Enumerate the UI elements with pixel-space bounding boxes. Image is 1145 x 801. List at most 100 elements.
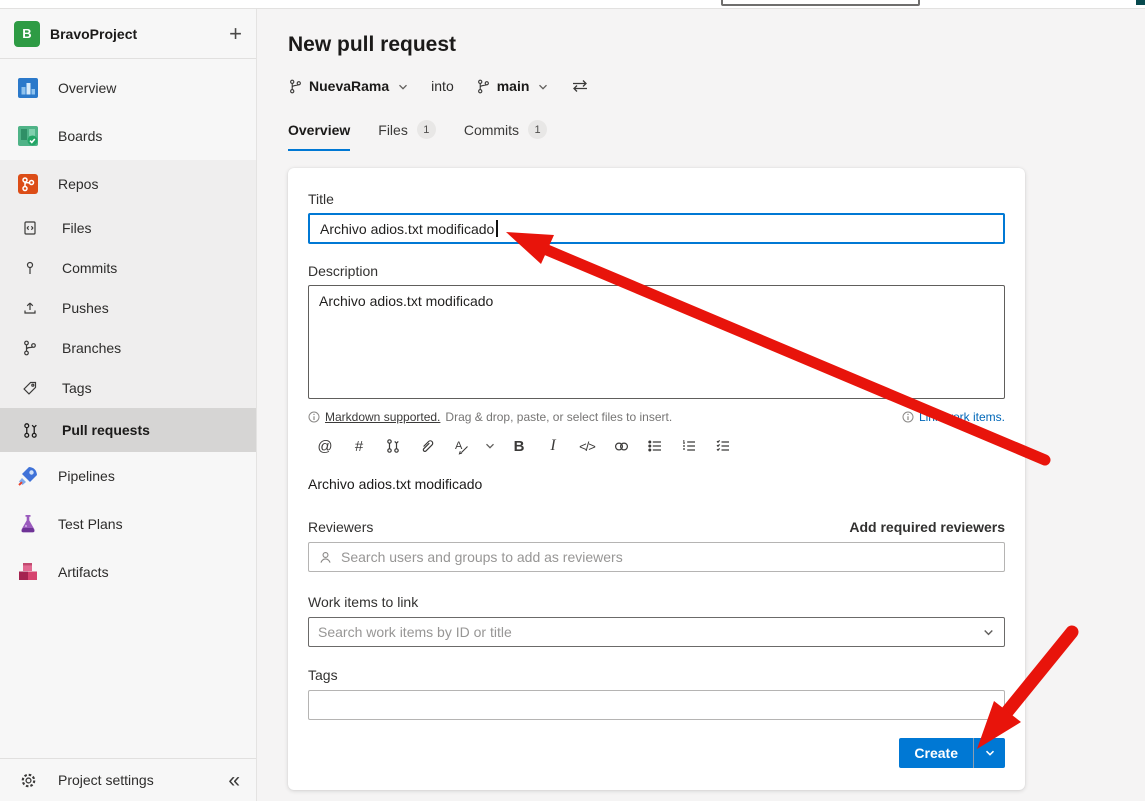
project-avatar: B	[14, 21, 40, 47]
top-bar-partial	[0, 0, 1145, 9]
tags-label: Tags	[308, 667, 1005, 683]
sidebar-item-boards[interactable]: Boards	[0, 112, 256, 160]
task-list-icon[interactable]	[706, 433, 740, 459]
source-branch[interactable]: NuevaRama	[309, 78, 389, 94]
sidebar-item-label: Pushes	[62, 300, 109, 316]
mention-icon[interactable]: @	[308, 433, 342, 459]
info-icon	[902, 411, 914, 423]
tab-label: Files	[378, 122, 408, 138]
branches-icon	[18, 340, 42, 356]
reviewers-search-input[interactable]: Search users and groups to add as review…	[308, 542, 1005, 572]
artifacts-icon	[16, 560, 40, 584]
link-work-items-link[interactable]: Link work items.	[919, 410, 1005, 424]
sidebar: B BravoProject + Overview Boards Repos F…	[0, 9, 257, 801]
avatar-fragment	[1136, 0, 1145, 5]
sidebar-item-label: Commits	[62, 260, 117, 276]
pull-request-link-icon[interactable]	[376, 433, 410, 459]
sidebar-item-label: Overview	[58, 80, 116, 96]
info-icon	[308, 411, 320, 423]
create-dropdown-button[interactable]	[974, 738, 1005, 768]
page-title: New pull request	[288, 33, 456, 57]
tags-icon	[18, 380, 42, 396]
sidebar-item-label: Boards	[58, 128, 102, 144]
italic-icon[interactable]: I	[536, 433, 570, 459]
pull-requests-icon	[18, 422, 42, 439]
project-name[interactable]: BravoProject	[50, 26, 219, 42]
divider	[0, 58, 256, 59]
markdown-toolbar: @ # A B I </>	[308, 433, 1005, 459]
sidebar-item-overview[interactable]: Overview	[0, 64, 256, 112]
description-textarea[interactable]: Archivo adios.txt modificado	[308, 285, 1005, 399]
chevron-down-icon[interactable]	[397, 81, 409, 93]
sidebar-item-pushes[interactable]: Pushes	[0, 288, 256, 328]
code-icon[interactable]: </>	[570, 433, 604, 459]
tab-commits[interactable]: Commits 1	[464, 114, 547, 151]
numbered-list-icon[interactable]	[672, 433, 706, 459]
reviewers-placeholder: Search users and groups to add as review…	[341, 549, 623, 565]
chevron-down-icon[interactable]	[537, 81, 549, 93]
sidebar-item-files[interactable]: Files	[0, 208, 256, 248]
sidebar-item-pull-requests[interactable]: Pull requests	[0, 408, 256, 452]
attachment-icon[interactable]	[410, 433, 444, 459]
drag-drop-hint: Drag & drop, paste, or select files to i…	[445, 410, 672, 424]
sidebar-item-tags[interactable]: Tags	[0, 368, 256, 408]
title-input[interactable]: Archivo adios.txt modificado	[308, 213, 1005, 244]
files-count-badge: 1	[417, 120, 436, 139]
sidebar-item-pipelines[interactable]: Pipelines	[0, 452, 256, 500]
project-header: B BravoProject +	[0, 9, 256, 58]
editor-hint-row: Markdown supported. Drag & drop, paste, …	[308, 410, 1005, 424]
sidebar-item-label: Pipelines	[58, 468, 115, 484]
pipelines-icon	[16, 464, 40, 488]
add-project-icon[interactable]: +	[229, 24, 242, 44]
project-settings-label: Project settings	[58, 772, 154, 788]
target-branch[interactable]: main	[497, 78, 530, 94]
sidebar-item-test-plans[interactable]: Test Plans	[0, 500, 256, 548]
bold-icon[interactable]: B	[502, 433, 536, 459]
tab-label: Commits	[464, 122, 519, 138]
reviewers-label: Reviewers	[308, 519, 373, 535]
form-actions: Create	[308, 738, 1005, 768]
link-icon[interactable]	[604, 433, 638, 459]
format-icon[interactable]: A	[444, 433, 478, 459]
sidebar-item-label: Tags	[62, 380, 92, 396]
sidebar-item-label: Artifacts	[58, 564, 109, 580]
tab-files[interactable]: Files 1	[378, 114, 436, 151]
format-dropdown-icon[interactable]	[478, 433, 502, 459]
boards-icon	[16, 124, 40, 148]
commits-icon	[18, 260, 42, 276]
create-button[interactable]: Create	[899, 738, 973, 768]
tags-input[interactable]	[308, 690, 1005, 720]
sidebar-item-label: Pull requests	[62, 422, 150, 438]
swap-branches-icon[interactable]	[571, 79, 589, 93]
add-required-reviewers-button[interactable]: Add required reviewers	[849, 519, 1005, 535]
search-input-partial[interactable]	[721, 0, 920, 6]
bulleted-list-icon[interactable]	[638, 433, 672, 459]
overview-icon	[16, 76, 40, 100]
tab-bar: Overview Files 1 Commits 1	[288, 114, 547, 151]
tab-overview[interactable]: Overview	[288, 114, 350, 151]
repos-icon	[16, 172, 40, 196]
pushes-icon	[18, 300, 42, 316]
description-label: Description	[308, 263, 1005, 279]
chevron-down-icon[interactable]	[982, 626, 995, 639]
work-item-hash-icon[interactable]: #	[342, 433, 376, 459]
work-items-placeholder: Search work items by ID or title	[318, 624, 512, 640]
sidebar-item-commits[interactable]: Commits	[0, 248, 256, 288]
work-items-search-input[interactable]: Search work items by ID or title	[308, 617, 1005, 647]
person-icon	[318, 550, 333, 565]
sidebar-item-branches[interactable]: Branches	[0, 328, 256, 368]
sidebar-item-label: Branches	[62, 340, 121, 356]
files-icon	[18, 220, 42, 236]
collapse-sidebar-icon[interactable]: «	[228, 770, 240, 791]
sidebar-item-label: Files	[62, 220, 92, 236]
description-preview: Archivo adios.txt modificado	[308, 476, 1005, 492]
sidebar-item-repos[interactable]: Repos	[0, 160, 256, 208]
project-settings[interactable]: Project settings «	[0, 758, 256, 801]
branch-icon	[476, 79, 491, 94]
sidebar-item-artifacts[interactable]: Artifacts	[0, 548, 256, 596]
title-label: Title	[308, 191, 1005, 207]
branch-icon	[288, 79, 303, 94]
markdown-supported-link[interactable]: Markdown supported.	[325, 410, 440, 424]
gear-icon	[16, 772, 40, 789]
work-items-label: Work items to link	[308, 594, 1005, 610]
